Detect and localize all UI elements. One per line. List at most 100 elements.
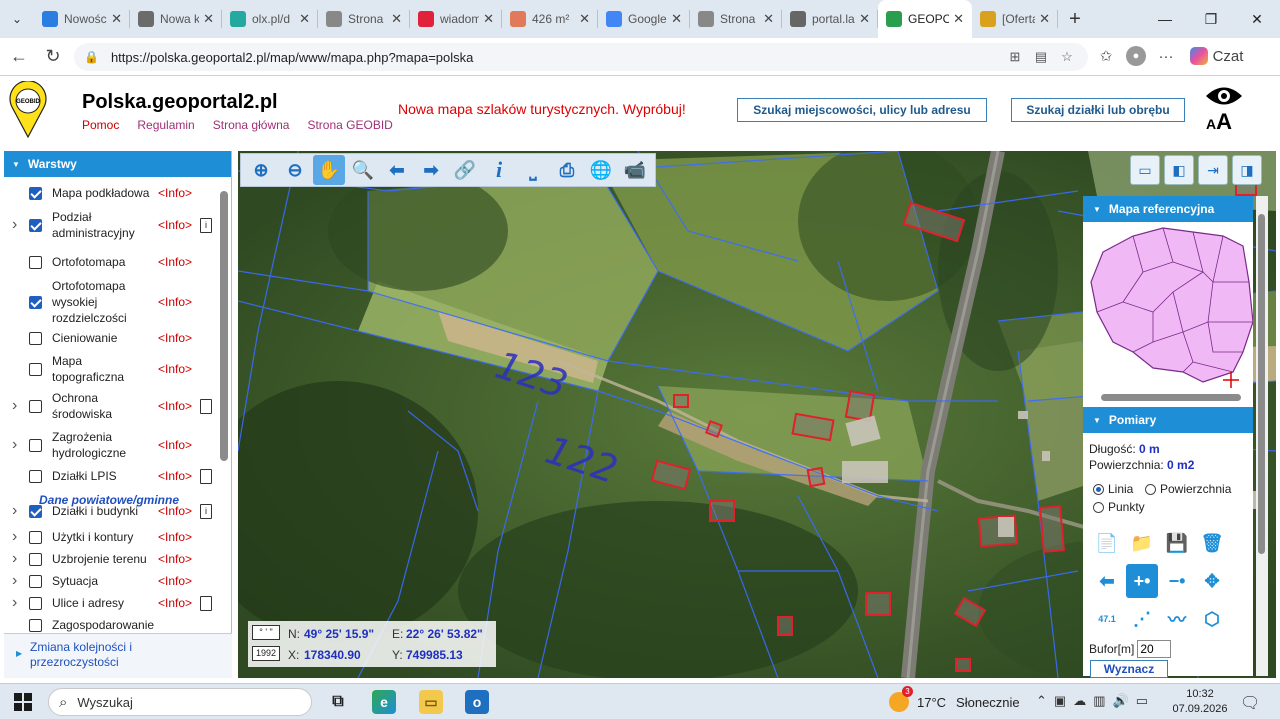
browser-tab[interactable]: wiadom ✕ bbox=[410, 0, 502, 38]
zoom-box-icon[interactable]: 🔍 bbox=[347, 155, 379, 185]
browser-tab[interactable]: 426 m² ✕ bbox=[502, 0, 598, 38]
copilot-button[interactable]: Czat bbox=[1186, 42, 1246, 70]
layer-checkbox[interactable] bbox=[29, 399, 42, 413]
tray-app-icon[interactable]: ▣ bbox=[1054, 693, 1066, 709]
new-tab-button[interactable]: + bbox=[1058, 8, 1092, 31]
reference-map-scrollbar[interactable] bbox=[1101, 394, 1241, 401]
close-tab-icon[interactable]: ✕ bbox=[859, 11, 870, 27]
layer-checkbox[interactable] bbox=[29, 186, 42, 200]
layer-info-link[interactable]: <Info> bbox=[158, 361, 192, 377]
layer-document-icon[interactable] bbox=[200, 398, 212, 414]
refresh-icon[interactable]: ↻ bbox=[38, 42, 68, 72]
app-available-icon[interactable]: ⊞ bbox=[1004, 47, 1026, 67]
browser-tab[interactable]: Strona W ✕ bbox=[690, 0, 782, 38]
favorite-star-icon[interactable]: ☆ bbox=[1056, 47, 1078, 67]
layer-info-link[interactable]: <Info> bbox=[158, 254, 192, 270]
expand-chevron-icon[interactable]: › bbox=[12, 551, 17, 567]
taskbar-search[interactable]: ⌕ Wyszukaj bbox=[48, 688, 312, 716]
scroll-thumb[interactable] bbox=[1258, 214, 1265, 554]
expand-chevron-icon[interactable]: › bbox=[12, 573, 17, 589]
tray-chevron-icon[interactable]: ⌃ bbox=[1036, 693, 1047, 709]
layout-arrow-icon[interactable]: ⇥ bbox=[1198, 155, 1228, 185]
layer-checkbox[interactable] bbox=[29, 469, 42, 483]
close-tab-icon[interactable]: ✕ bbox=[1039, 11, 1050, 27]
site-info-icon[interactable]: 🔒 bbox=[84, 50, 99, 64]
layer-info-link[interactable]: <Info> bbox=[158, 437, 192, 453]
layer-checkbox[interactable] bbox=[29, 530, 42, 544]
browser-tab[interactable]: [Oferta] ✕ bbox=[972, 0, 1058, 38]
mode-area-radio[interactable]: Powierzchnia bbox=[1145, 482, 1231, 496]
info-icon[interactable]: i bbox=[483, 155, 515, 185]
layer-info-link[interactable]: <Info> bbox=[158, 529, 192, 545]
reader-view-icon[interactable]: ▤ bbox=[1030, 47, 1052, 67]
pan-hand-icon[interactable]: ✋ bbox=[313, 155, 345, 185]
layer-info-link[interactable]: <Info> bbox=[158, 185, 192, 201]
geobid-logo[interactable]: GEOBID bbox=[8, 81, 48, 139]
expand-chevron-icon[interactable]: › bbox=[12, 595, 17, 611]
next-view-icon[interactable]: ➡ bbox=[415, 155, 447, 185]
undo-arrow-icon[interactable]: ⬅ bbox=[1091, 564, 1123, 598]
close-tab-icon[interactable]: ✕ bbox=[763, 11, 774, 27]
previous-view-icon[interactable]: ⬅ bbox=[381, 155, 413, 185]
layer-info-link[interactable]: <Info> bbox=[158, 398, 192, 414]
compute-button[interactable]: Wyznacz bbox=[1090, 660, 1168, 678]
layer-checkbox[interactable] bbox=[29, 552, 42, 566]
back-icon[interactable]: ← bbox=[4, 42, 34, 72]
layer-checkbox[interactable] bbox=[29, 362, 42, 376]
zoom-out-icon[interactable]: ⊖ bbox=[279, 155, 311, 185]
windows-start-icon[interactable] bbox=[14, 693, 32, 711]
reference-map[interactable] bbox=[1083, 222, 1254, 388]
task-view-icon[interactable]: ⧉ bbox=[326, 690, 350, 714]
line-nodes-icon[interactable]: ⋰ bbox=[1126, 602, 1158, 636]
video-camera-icon[interactable]: 📹 bbox=[619, 155, 651, 185]
new-document-icon[interactable]: 📄 bbox=[1091, 526, 1123, 560]
url-field[interactable]: 🔒 https://polska.geoportal2.pl/map/www/m… bbox=[74, 43, 1088, 71]
weather-widget[interactable]: 3 17°C Słonecznie bbox=[889, 686, 1020, 712]
promo-link[interactable]: Nowa mapa szlaków turystycznych. Wypróbu… bbox=[398, 101, 686, 117]
expand-chevron-icon[interactable]: › bbox=[12, 529, 17, 545]
poland-outline-map[interactable] bbox=[1083, 222, 1254, 388]
search-parcel-button[interactable]: Szukaj działki lub obrębu bbox=[1011, 98, 1185, 122]
outlook-icon[interactable]: o bbox=[465, 690, 489, 714]
layer-info-link[interactable]: <Info> bbox=[158, 217, 192, 233]
layer-info-link[interactable]: <Info> bbox=[158, 294, 192, 310]
buffer-input[interactable] bbox=[1137, 640, 1172, 658]
volume-icon[interactable]: 🔊 bbox=[1113, 693, 1129, 709]
layout-full-icon[interactable]: ▭ bbox=[1130, 155, 1160, 185]
layer-checkbox[interactable] bbox=[29, 255, 42, 269]
coord-format-button[interactable]: ° ' " bbox=[252, 625, 280, 640]
close-tab-icon[interactable]: ✕ bbox=[483, 11, 494, 27]
close-window-icon[interactable]: ✕ bbox=[1234, 0, 1280, 38]
expand-chevron-icon[interactable]: › bbox=[12, 503, 17, 519]
layer-info-link[interactable]: <Info> bbox=[158, 573, 192, 589]
close-tab-icon[interactable]: ✕ bbox=[203, 11, 214, 27]
expand-chevron-icon[interactable]: › bbox=[12, 398, 17, 414]
layer-checkbox[interactable] bbox=[29, 218, 42, 232]
layer-info-link[interactable]: <Info> bbox=[158, 330, 192, 346]
reference-map-header[interactable]: ▼ Mapa referencyjna bbox=[1083, 196, 1253, 222]
layers-panel-header[interactable]: ▼ Warstwy bbox=[4, 151, 231, 177]
save-icon[interactable]: 💾 bbox=[1161, 526, 1193, 560]
globe-icon[interactable]: 🌐 bbox=[585, 155, 617, 185]
expand-chevron-icon[interactable]: › bbox=[12, 437, 17, 453]
layer-checkbox[interactable] bbox=[29, 618, 42, 632]
favorites-icon[interactable]: ✩ bbox=[1092, 42, 1120, 70]
move-point-icon[interactable]: ✥ bbox=[1196, 564, 1228, 598]
layer-checkbox[interactable] bbox=[29, 574, 42, 588]
close-tab-icon[interactable]: ✕ bbox=[299, 11, 310, 27]
close-tab-icon[interactable]: ✕ bbox=[953, 11, 964, 27]
profile-avatar-icon[interactable]: ● bbox=[1126, 46, 1146, 66]
browser-tab[interactable]: Strona W ✕ bbox=[318, 0, 410, 38]
minimize-icon[interactable]: — bbox=[1142, 0, 1188, 38]
home-link[interactable]: Strona główna bbox=[213, 118, 290, 132]
measure-label-icon[interactable]: 47.1 bbox=[1091, 602, 1123, 636]
layer-checkbox[interactable] bbox=[29, 331, 42, 345]
terms-link[interactable]: Regulamin bbox=[137, 118, 194, 132]
layer-document-icon[interactable] bbox=[200, 468, 212, 484]
battery-icon[interactable]: ▭ bbox=[1136, 693, 1148, 709]
layer-checkbox[interactable] bbox=[29, 438, 42, 452]
help-link[interactable]: Pomoc bbox=[82, 118, 119, 132]
cube-3d-icon[interactable]: ⬡ bbox=[1196, 602, 1228, 636]
measure-ruler-icon[interactable]: ⎵ bbox=[517, 155, 549, 185]
mode-points-radio[interactable]: Punkty bbox=[1093, 500, 1145, 514]
